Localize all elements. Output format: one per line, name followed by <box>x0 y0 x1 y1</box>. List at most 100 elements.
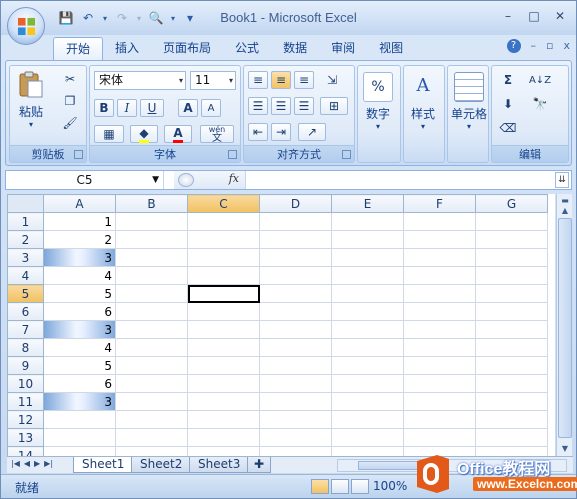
autosum-icon[interactable]: Σ <box>498 71 518 89</box>
borders-button[interactable]: ▦ <box>94 125 124 143</box>
cell-d5[interactable] <box>259 284 332 303</box>
cell-b5[interactable] <box>115 284 188 303</box>
column-header-e[interactable]: E <box>331 194 404 213</box>
cell-b12[interactable] <box>115 410 188 429</box>
cells-button[interactable]: 单元格 ▾ <box>448 72 490 131</box>
cell-a9[interactable]: 5 <box>43 356 116 375</box>
tab-insert[interactable]: 插入 <box>103 37 151 61</box>
cell-a7[interactable]: 3 <box>43 320 116 339</box>
cell-b8[interactable] <box>115 338 188 357</box>
cell-b9[interactable] <box>115 356 188 375</box>
tab-home[interactable]: 开始 <box>53 37 104 61</box>
row-header[interactable]: 14 <box>7 446 44 456</box>
cell-a10[interactable]: 6 <box>43 374 116 393</box>
column-header-g[interactable]: G <box>475 194 548 213</box>
cell-d13[interactable] <box>259 428 332 447</box>
minimize-button[interactable]: – <box>496 6 520 26</box>
cell-c5[interactable] <box>187 284 260 303</box>
column-header-b[interactable]: B <box>115 194 188 213</box>
cell-e11[interactable] <box>331 392 404 411</box>
cell-f13[interactable] <box>403 428 476 447</box>
cell-a3[interactable]: 3 <box>43 248 116 267</box>
cell-e1[interactable] <box>331 212 404 231</box>
cell-f6[interactable] <box>403 302 476 321</box>
cell-f9[interactable] <box>403 356 476 375</box>
cell-a1[interactable]: 1 <box>43 212 116 231</box>
cell-a13[interactable] <box>43 428 116 447</box>
cell-a11[interactable]: 3 <box>43 392 116 411</box>
last-sheet-icon[interactable]: ▶| <box>44 459 53 468</box>
cell-g8[interactable] <box>475 338 548 357</box>
sort-filter-icon[interactable]: A↓Z <box>529 71 551 89</box>
cell-g7[interactable] <box>475 320 548 339</box>
row-header[interactable]: 10 <box>7 374 44 393</box>
office-button[interactable] <box>7 7 45 45</box>
format-painter-icon[interactable]: 🖌 <box>60 114 80 132</box>
row-header[interactable]: 11 <box>7 392 44 411</box>
cell-b2[interactable] <box>115 230 188 249</box>
row-header[interactable]: 7 <box>7 320 44 339</box>
find-select-icon[interactable]: 🔭 <box>530 95 550 113</box>
cell-c6[interactable] <box>187 302 260 321</box>
cell-d14[interactable] <box>259 446 332 456</box>
cell-a8[interactable]: 4 <box>43 338 116 357</box>
cell-g1[interactable] <box>475 212 548 231</box>
cell-e14[interactable] <box>331 446 404 456</box>
insert-function-button[interactable]: fx <box>229 172 239 185</box>
sheet-tab-sheet3[interactable]: Sheet3 <box>189 457 250 473</box>
cell-b11[interactable] <box>115 392 188 411</box>
align-center-icon[interactable]: ☰ <box>271 97 291 115</box>
cell-f10[interactable] <box>403 374 476 393</box>
cell-g10[interactable] <box>475 374 548 393</box>
cell-d7[interactable] <box>259 320 332 339</box>
underline-button[interactable]: U <box>140 99 164 117</box>
align-left-icon[interactable]: ☰ <box>248 97 268 115</box>
decrease-indent-icon[interactable]: ⇤ <box>248 123 268 141</box>
cell-b6[interactable] <box>115 302 188 321</box>
font-name-dropdown-icon[interactable]: ▾ <box>179 72 183 89</box>
font-color-button[interactable]: A <box>164 125 192 143</box>
normal-view-icon[interactable] <box>311 479 329 494</box>
cell-c11[interactable] <box>187 392 260 411</box>
alignment-launcher-icon[interactable] <box>342 150 351 159</box>
formula-input[interactable] <box>250 171 551 189</box>
cell-e12[interactable] <box>331 410 404 429</box>
scroll-up-icon[interactable]: ▲ <box>558 204 572 218</box>
cell-e10[interactable] <box>331 374 404 393</box>
worksheet-grid[interactable]: A B C D E F G 1 1 2 2 3 3 4 4 5 5 6 6 7 3 8 4 9 5 10 6 11 3 12… <box>7 194 555 456</box>
insert-sheet-icon[interactable]: ✚ <box>247 457 272 473</box>
cell-c10[interactable] <box>187 374 260 393</box>
align-right-icon[interactable]: ☰ <box>294 97 314 115</box>
maximize-button[interactable]: □ <box>522 6 546 26</box>
cell-a2[interactable]: 2 <box>43 230 116 249</box>
row-header[interactable]: 2 <box>7 230 44 249</box>
cell-f5[interactable] <box>403 284 476 303</box>
cell-e9[interactable] <box>331 356 404 375</box>
ribbon-minimize-button[interactable]: – <box>531 39 537 53</box>
clear-icon[interactable]: ⌫ <box>498 119 518 137</box>
cell-g3[interactable] <box>475 248 548 267</box>
cell-e3[interactable] <box>331 248 404 267</box>
cell-d9[interactable] <box>259 356 332 375</box>
cell-b4[interactable] <box>115 266 188 285</box>
vertical-scroll-thumb[interactable] <box>558 218 572 438</box>
column-header-d[interactable]: D <box>259 194 332 213</box>
cell-e13[interactable] <box>331 428 404 447</box>
cell-d8[interactable] <box>259 338 332 357</box>
cell-b1[interactable] <box>115 212 188 231</box>
cell-f8[interactable] <box>403 338 476 357</box>
cell-d10[interactable] <box>259 374 332 393</box>
cell-e6[interactable] <box>331 302 404 321</box>
bold-button[interactable]: B <box>94 99 114 117</box>
increase-indent-icon[interactable]: ⇥ <box>271 123 291 141</box>
font-name-combo[interactable]: 宋体 ▾ <box>94 71 186 90</box>
align-top-icon[interactable]: ≡ <box>248 71 268 89</box>
phonetic-button[interactable]: wén 文 <box>200 125 234 144</box>
column-header-a[interactable]: A <box>43 194 116 213</box>
merge-center-icon[interactable]: ⊞ <box>320 97 348 115</box>
grow-font-button[interactable]: A <box>178 99 198 117</box>
expand-formula-bar-icon[interactable]: ⇊ <box>555 172 569 188</box>
column-header-c[interactable]: C <box>187 194 260 213</box>
italic-button[interactable]: I <box>117 99 137 117</box>
cell-c9[interactable] <box>187 356 260 375</box>
